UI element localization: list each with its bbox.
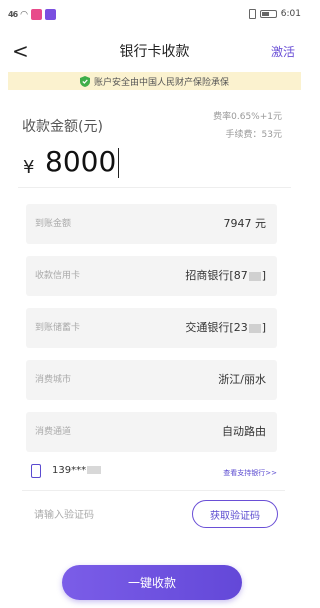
row-debit-card[interactable]: 到账储蓄卡 交通银行[23]: [26, 308, 277, 348]
row-city[interactable]: 消费城市 浙江/丽水: [26, 360, 277, 400]
fee-amount: 手续费：53元: [225, 130, 282, 140]
row-value: 自动路由: [222, 412, 266, 452]
divider: [18, 187, 291, 188]
row-value: 招商银行[87]: [185, 256, 266, 296]
submit-button[interactable]: 一键收款: [62, 565, 242, 600]
page-title: 银行卡收款: [119, 44, 190, 60]
status-right-icons: 6:01: [248, 9, 301, 19]
shield-icon: [79, 75, 90, 87]
nav-bar: < 银行卡收款 激活: [0, 38, 309, 66]
debit-card-value: 交通银行[23: [185, 321, 248, 334]
wifi-icon: ◠: [20, 9, 28, 20]
phone-icon: [31, 464, 41, 478]
row-label: 到账金额: [35, 219, 72, 229]
bracket-close: ]: [261, 269, 266, 282]
supported-banks-link[interactable]: 查看支持银行>>: [223, 468, 277, 478]
notification-app-icon: [31, 9, 42, 20]
currency-symbol: ¥: [23, 157, 35, 178]
status-bar: 46 ◠ 6:01: [0, 0, 309, 30]
credit-card-value: 招商银行[87: [185, 269, 248, 282]
text-cursor: [118, 148, 120, 178]
received-amount-value: 7947 元: [223, 217, 267, 230]
row-credit-card[interactable]: 收款信用卡 招商银行[87]: [26, 256, 277, 296]
signal-icon: 46: [8, 10, 18, 19]
row-label: 消费通道: [35, 427, 72, 437]
row-label: 消费城市: [35, 375, 72, 385]
row-label: 到账储蓄卡: [35, 323, 81, 333]
battery-icon: [259, 10, 277, 18]
divider: [22, 490, 285, 491]
phone-number-text: 139***: [52, 465, 87, 476]
fee-rate: 费率0.65%+1元: [213, 112, 282, 122]
status-time: 6:01: [280, 9, 301, 19]
insurance-banner: 账户安全由中国人民财产保险承保: [8, 72, 301, 90]
channel-value: 自动路由: [222, 425, 266, 438]
bracket-close: ]: [261, 321, 266, 334]
status-left-icons: 46 ◠: [8, 9, 56, 20]
row-value: 浙江/丽水: [218, 360, 266, 400]
row-label: 收款信用卡: [35, 271, 81, 281]
get-code-button[interactable]: 获取验证码: [192, 500, 278, 528]
notification-app-icon: [45, 9, 56, 20]
row-channel[interactable]: 消费通道 自动路由: [26, 412, 277, 452]
amount-value: 8000: [45, 145, 117, 178]
banner-text: 账户安全由中国人民财产保险承保: [93, 77, 229, 88]
row-value: 交通银行[23]: [185, 308, 266, 348]
verification-code-input[interactable]: [34, 506, 174, 524]
amount-label: 收款金额(元): [22, 119, 103, 135]
masked-digits: [248, 271, 261, 281]
amount-input[interactable]: 8000: [45, 145, 120, 178]
city-value: 浙江/丽水: [218, 373, 266, 386]
phone-number: 139***: [52, 465, 102, 476]
activate-button[interactable]: 激活: [271, 38, 295, 66]
row-received-amount: 到账金额 7947 元: [26, 204, 277, 244]
row-value: 7947 元: [224, 204, 267, 244]
vibrate-icon: [248, 9, 256, 19]
masked-digits: [248, 323, 261, 333]
masked-digits: [87, 466, 102, 474]
phone-row: 139*** 查看支持银行>>: [28, 461, 280, 483]
